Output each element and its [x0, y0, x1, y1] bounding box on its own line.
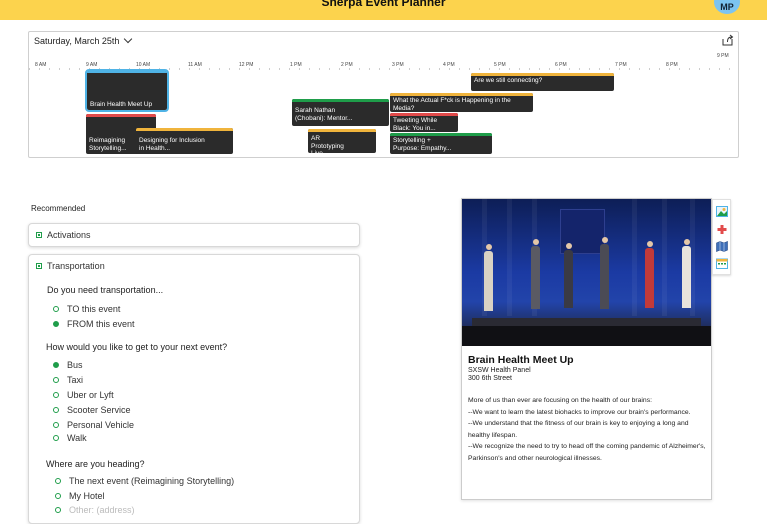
- date-label: Saturday, March 25th: [34, 36, 120, 46]
- share-icon[interactable]: [721, 34, 734, 46]
- radio-other-address[interactable]: Other: (address): [55, 505, 135, 515]
- event-card[interactable]: AR Prototyping Live: [308, 129, 376, 153]
- collapse-icon: [36, 263, 42, 269]
- question-transport-direction: Do you need transportation...: [47, 285, 164, 295]
- event-card[interactable]: Are we still connecting?: [471, 73, 614, 91]
- app-title: Sherpa Event Planner: [321, 0, 446, 9]
- radio-bus[interactable]: Bus: [53, 360, 83, 370]
- radio-uber-lyft[interactable]: Uber or Lyft: [53, 390, 114, 400]
- timeline-ticks: [29, 68, 738, 70]
- radio-button: [53, 435, 59, 441]
- activations-header[interactable]: Activations: [29, 224, 359, 246]
- question-destination: Where are you heading?: [46, 459, 145, 469]
- event-title: Brain Health Meet Up: [468, 354, 574, 366]
- event-title: Storytelling + Purpose: Empathy...: [393, 137, 452, 152]
- radio-button: [53, 422, 59, 428]
- event-description: More of us than ever are focusing on the…: [468, 395, 708, 465]
- user-avatar[interactable]: MP: [714, 0, 740, 14]
- radio-my-hotel[interactable]: My Hotel: [55, 491, 105, 501]
- radio-button: [53, 392, 59, 398]
- event-card[interactable]: What the Actual F*ck is Happening in the…: [390, 93, 533, 112]
- activations-label: Activations: [47, 230, 91, 240]
- recommended-heading: Recommended: [31, 204, 86, 213]
- top-bar: Sherpa Event Planner MP: [0, 0, 767, 20]
- option-label: Scooter Service: [67, 405, 131, 415]
- radio-button: [53, 377, 59, 383]
- event-band: [390, 113, 458, 116]
- event-photo: [462, 199, 711, 346]
- option-label: The next event (Reimagining Storytelling…: [69, 476, 235, 486]
- radio-button: [55, 507, 61, 513]
- other-address-input[interactable]: Other: (address): [69, 505, 135, 515]
- event-band: [471, 73, 614, 76]
- chevron-down-icon: [124, 34, 133, 44]
- event-address: 300 6th Street: [468, 375, 512, 382]
- radio-scooter[interactable]: Scooter Service: [53, 405, 131, 415]
- description-line: --We understand that the fitness of our …: [468, 420, 689, 439]
- side-toolbar: [712, 199, 731, 275]
- event-band: [390, 133, 492, 136]
- event-title: Reimagining Storytelling...: [89, 137, 127, 152]
- event-band: [86, 114, 156, 117]
- activations-panel[interactable]: Activations: [28, 223, 360, 247]
- radio-next-event[interactable]: The next event (Reimagining Storytelling…: [55, 476, 234, 486]
- event-card[interactable]: Sarah Nathan (Chobani): Mentor...: [292, 99, 389, 126]
- transportation-panel: Transportation Do you need transportatio…: [28, 254, 360, 524]
- event-card[interactable]: Brain Health Meet Up: [85, 69, 169, 112]
- image-icon[interactable]: [716, 206, 728, 217]
- event-band: [136, 128, 233, 131]
- option-label: Personal Vehicle: [67, 420, 135, 430]
- hour-label: 9 PM: [717, 53, 729, 59]
- event-band: [308, 129, 376, 132]
- day-timeline: Saturday, March 25th 8 AM 9 AM 10 AM 11 …: [28, 31, 739, 158]
- radio-from-event[interactable]: FROM this event: [53, 319, 135, 329]
- event-band: [87, 71, 167, 73]
- description-line: More of us than ever are focusing on the…: [468, 397, 653, 404]
- event-card[interactable]: Tweeting While Black: You in...: [390, 113, 458, 132]
- expand-icon: [36, 232, 42, 238]
- option-label: Walk: [67, 433, 87, 443]
- radio-button: [53, 306, 59, 312]
- event-card[interactable]: Designing for Inclusion in Health...: [136, 128, 233, 154]
- event-title: Are we still connecting?: [474, 77, 543, 84]
- date-picker[interactable]: Saturday, March 25th: [34, 34, 133, 46]
- transportation-label: Transportation: [47, 261, 105, 271]
- radio-button: [55, 493, 61, 499]
- description-line: --We recognize the need to try to head o…: [468, 443, 706, 462]
- radio-button: [53, 321, 59, 327]
- event-title: Designing for Inclusion in Health...: [139, 137, 205, 152]
- radio-button: [53, 407, 59, 413]
- option-label: Bus: [67, 360, 83, 370]
- calendar-icon[interactable]: [716, 258, 728, 269]
- event-title: AR Prototyping Live: [311, 135, 344, 153]
- question-transport-mode: How would you like to get to your next e…: [46, 342, 228, 352]
- radio-button: [55, 478, 61, 484]
- event-title: What the Actual F*ck is Happening in the…: [393, 97, 511, 112]
- radio-button: [53, 362, 59, 368]
- map-icon[interactable]: [716, 241, 728, 252]
- event-title: Sarah Nathan (Chobani): Mentor...: [295, 107, 353, 122]
- radio-personal-vehicle[interactable]: Personal Vehicle: [53, 420, 134, 430]
- option-label: Taxi: [67, 375, 84, 385]
- event-title: Tweeting While Black: You in...: [393, 117, 438, 132]
- radio-taxi[interactable]: Taxi: [53, 375, 83, 385]
- health-cross-icon[interactable]: [716, 224, 728, 235]
- description-line: --We want to learn the latest biohacks t…: [468, 408, 691, 416]
- option-label: TO this event: [67, 304, 121, 314]
- option-label: My Hotel: [69, 491, 105, 501]
- event-band: [292, 99, 389, 102]
- transportation-header[interactable]: Transportation: [29, 255, 359, 277]
- event-detail-card: Brain Health Meet Up SXSW Health Panel 3…: [461, 198, 712, 500]
- option-label: FROM this event: [67, 319, 135, 329]
- event-title: Brain Health Meet Up: [90, 100, 153, 108]
- event-band: [390, 93, 533, 96]
- radio-walk[interactable]: Walk: [53, 433, 87, 443]
- radio-to-event[interactable]: TO this event: [53, 304, 120, 314]
- event-subtitle: SXSW Health Panel: [468, 367, 531, 374]
- option-label: Uber or Lyft: [67, 390, 114, 400]
- event-card[interactable]: Storytelling + Purpose: Empathy...: [390, 133, 492, 154]
